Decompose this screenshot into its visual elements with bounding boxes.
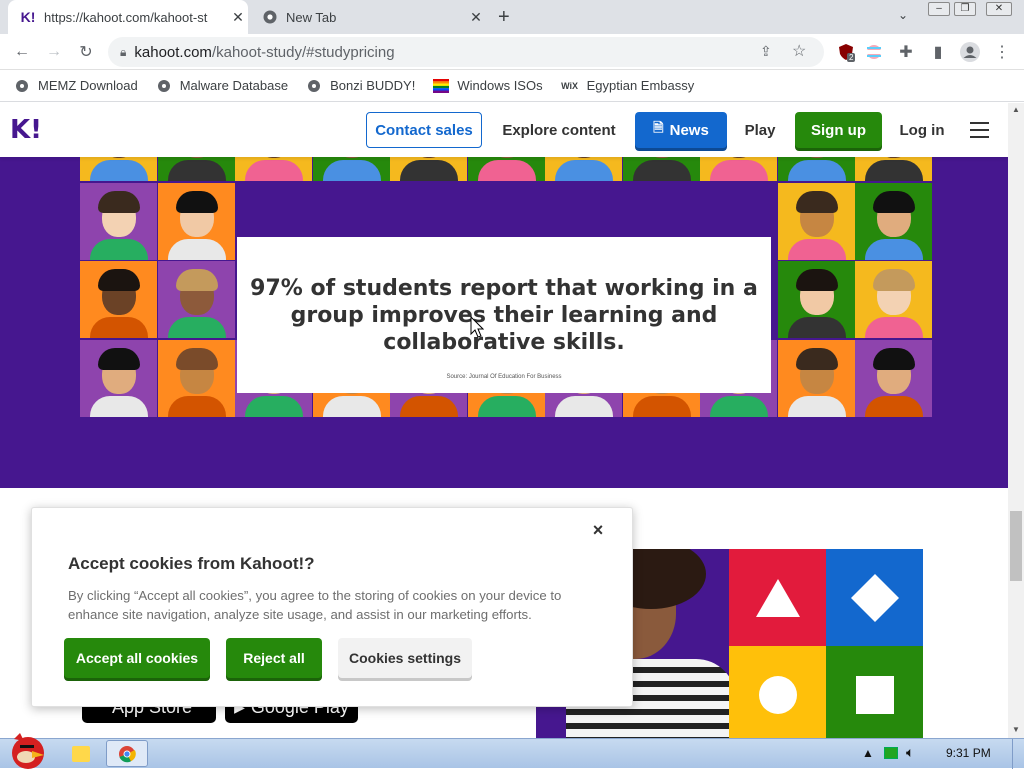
- cookie-consent-dialog: × Accept cookies from Kahoot!? By clicki…: [31, 507, 633, 707]
- cookie-dialog-body: By clicking “Accept all cookies”, you ag…: [68, 588, 562, 622]
- ublock-extension-icon[interactable]: 2: [834, 41, 858, 63]
- close-dialog-button[interactable]: ×: [588, 520, 608, 540]
- tab-title: New Tab: [286, 9, 337, 25]
- contact-sales-button[interactable]: Contact sales: [366, 112, 482, 148]
- student-photo-tile: [777, 183, 855, 260]
- bookmark-windows-isos[interactable]: Windows ISOs: [433, 78, 543, 94]
- rainbow-flag-icon: [433, 78, 450, 94]
- windows-taskbar: ▲ 🔈︎ 9:31 PM: [0, 733, 1024, 769]
- bookmark-memz[interactable]: MEMZ Download: [14, 78, 138, 94]
- forward-icon[interactable]: →: [42, 41, 66, 63]
- close-window-button[interactable]: ✕: [986, 2, 1012, 16]
- circle-shape-tile: [729, 646, 826, 738]
- extension-badge: 2: [847, 53, 856, 62]
- student-photo-tile: [855, 183, 932, 260]
- volume-icon[interactable]: 🔈︎: [906, 744, 914, 761]
- back-icon[interactable]: ←: [10, 41, 34, 63]
- statistic-text: 97% of students report that working in a…: [250, 276, 758, 355]
- reload-icon[interactable]: ↻: [74, 41, 98, 63]
- tab-new-tab[interactable]: New Tab ✕: [250, 0, 486, 34]
- chrome-icon: [119, 745, 136, 762]
- kahoot-logo[interactable]: K!: [10, 115, 42, 145]
- menu-kebab-icon[interactable]: ⋮: [990, 41, 1014, 63]
- play-link[interactable]: Play: [738, 112, 782, 148]
- cookie-dialog-title: Accept cookies from Kahoot!?: [68, 554, 315, 573]
- maximize-button[interactable]: ❐: [954, 2, 976, 16]
- document-icon: 🗎: [653, 120, 664, 135]
- student-photo-tile: [80, 261, 157, 338]
- profile-avatar-icon[interactable]: [958, 41, 982, 63]
- student-photo-tile: [777, 340, 855, 417]
- url-text: kahoot.com/kahoot-study/#studypricing: [134, 43, 395, 61]
- bookmark-bonzi-buddy[interactable]: Bonzi BUDDY!: [306, 78, 415, 94]
- square-shape-tile: [826, 646, 923, 738]
- student-photo-tile: [855, 340, 932, 417]
- accept-all-cookies-button[interactable]: Accept all cookies: [64, 638, 210, 678]
- globe-icon: [14, 78, 30, 94]
- tab-title: https://kahoot.com/kahoot-st: [44, 9, 208, 25]
- bookmark-malware-database[interactable]: Malware Database: [156, 78, 288, 94]
- web-page: K! Contact sales Explore content 🗎 News …: [0, 103, 1008, 738]
- close-tab-icon[interactable]: ✕: [228, 9, 248, 26]
- share-icon[interactable]: ⇪: [760, 43, 772, 60]
- extensions-puzzle-icon[interactable]: ✚: [894, 41, 918, 63]
- kahoot-navbar: K! Contact sales Explore content 🗎 News …: [0, 103, 1008, 157]
- scroll-up-icon[interactable]: ▲: [1012, 105, 1020, 114]
- show-desktop-button[interactable]: [1012, 739, 1024, 769]
- student-collage-section: 97% of students report that working in a…: [0, 104, 1008, 488]
- student-photo-tile: [80, 183, 157, 260]
- tab-strip: K! https://kahoot.com/kahoot-st ✕ New Ta…: [0, 0, 1024, 34]
- student-photo-tile: [157, 261, 235, 338]
- hamburger-menu-icon[interactable]: [970, 122, 989, 138]
- browser-toolbar: ← → ↻ 🔒︎ kahoot.com/kahoot-study/#studyp…: [0, 34, 1024, 70]
- address-bar[interactable]: 🔒︎ kahoot.com/kahoot-study/#studypricing…: [108, 37, 824, 67]
- statistic-card: 97% of students report that working in a…: [237, 237, 771, 393]
- close-tab-icon[interactable]: ✕: [466, 9, 486, 26]
- student-photo-tile: [80, 340, 157, 417]
- show-hidden-icons[interactable]: ▲: [862, 746, 874, 760]
- taskbar-chrome-button[interactable]: [106, 740, 148, 767]
- globe-icon: [306, 78, 322, 94]
- explore-content-link[interactable]: Explore content: [494, 112, 624, 148]
- student-photo-tile: [855, 261, 932, 338]
- triangle-shape-tile: [729, 549, 826, 646]
- side-panel-icon[interactable]: ▮: [926, 41, 950, 63]
- wix-icon: WiX: [561, 80, 579, 91]
- clock-time[interactable]: 9:31 PM: [946, 746, 991, 760]
- bookmark-star-icon[interactable]: ☆: [792, 41, 806, 61]
- scroll-down-icon[interactable]: ▼: [1012, 725, 1020, 734]
- reject-all-button[interactable]: Reject all: [226, 638, 322, 678]
- tab-search-icon[interactable]: ⌄: [898, 8, 908, 22]
- statistic-source: Source: Journal Of Education For Busines…: [446, 374, 562, 380]
- bookmark-egyptian-embassy[interactable]: WiX Egyptian Embassy: [561, 78, 694, 94]
- page-scrollbar[interactable]: ▲ ▼: [1008, 103, 1024, 738]
- chrome-icon: [262, 9, 278, 25]
- globe-icon: [156, 78, 172, 94]
- sign-up-button[interactable]: Sign up: [795, 112, 882, 148]
- bookmarks-bar: MEMZ Download Malware Database Bonzi BUD…: [0, 70, 1024, 102]
- diamond-shape-tile: [826, 549, 923, 646]
- student-photo-tile: [157, 340, 235, 417]
- news-button[interactable]: 🗎 News: [635, 112, 727, 148]
- student-photo-tile: [777, 261, 855, 338]
- cookies-settings-button[interactable]: Cookies settings: [338, 638, 472, 678]
- network-icon[interactable]: [884, 747, 898, 759]
- minimize-button[interactable]: –: [928, 2, 950, 16]
- new-tab-button[interactable]: +: [498, 6, 510, 29]
- lock-icon: 🔒︎: [120, 44, 127, 59]
- file-explorer-icon[interactable]: [72, 746, 90, 762]
- kahoot-favicon-icon: K!: [20, 9, 36, 25]
- extension-flag-icon[interactable]: [862, 41, 886, 63]
- tab-kahoot[interactable]: K! https://kahoot.com/kahoot-st ✕: [8, 0, 248, 34]
- log-in-link[interactable]: Log in: [896, 112, 948, 148]
- scrollbar-thumb[interactable]: [1010, 511, 1022, 581]
- student-photo-tile: [157, 183, 235, 260]
- mouse-cursor-icon: [470, 316, 484, 338]
